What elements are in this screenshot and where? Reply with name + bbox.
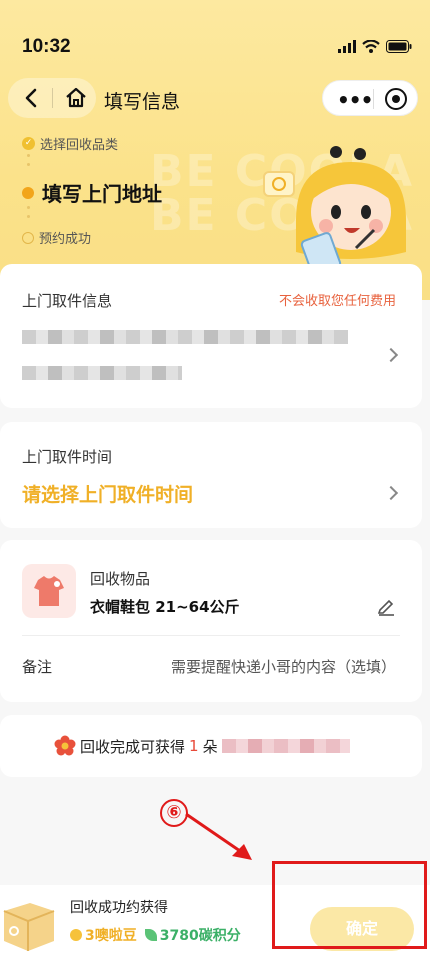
redacted-reward-text — [221, 739, 350, 753]
reward-estimate-values: 3噢啦豆 3780碳积分 — [70, 925, 241, 945]
divider — [22, 635, 400, 636]
step-label: 填写上门地址 — [42, 182, 162, 206]
status-bar: 10:32 — [0, 0, 430, 80]
reward-count: 1 — [189, 737, 199, 755]
carbon-reward: 3780碳积分 — [144, 925, 241, 945]
mascot-illustration — [263, 146, 406, 276]
reward-estimate-title: 回收成功约获得 — [70, 900, 168, 916]
status-time: 10:32 — [22, 36, 71, 57]
pickup-time-label: 上门取件时间 — [22, 448, 113, 466]
more-icon[interactable]: ••• — [337, 88, 373, 112]
pickup-time-card[interactable]: 上门取件时间 请选择上门取件时间 — [0, 422, 422, 528]
nav-separator — [52, 88, 53, 108]
chevron-right-icon — [383, 347, 399, 363]
status-icons — [338, 38, 412, 54]
reward-unit: 朵 — [202, 737, 218, 756]
remark-label: 备注 — [22, 658, 53, 676]
recycle-item-card: 回收物品 衣帽鞋包 21~64公斤 备注 需要提醒快递小哥的内容（选填） — [0, 540, 422, 702]
beans-reward: 3噢啦豆 — [70, 925, 137, 945]
step-connector — [27, 206, 30, 224]
package-box-icon — [3, 903, 55, 951]
edit-icon[interactable] — [376, 596, 396, 616]
redacted-contact — [22, 366, 182, 380]
step-label: 预约成功 — [39, 232, 92, 247]
remark-input[interactable]: 需要提醒快递小哥的内容（选填） — [171, 656, 396, 677]
check-icon: ✓ — [22, 137, 35, 150]
nav-pill — [8, 78, 96, 118]
recycle-item-value: 衣帽鞋包 21~64公斤 — [90, 598, 240, 616]
home-icon[interactable] — [64, 86, 88, 110]
reward-row: 回收完成可获得 1 朵 — [54, 735, 350, 757]
carbon-text: 3780碳积分 — [159, 928, 241, 944]
step-fill-address: 填写上门地址 — [22, 178, 162, 207]
pending-step-ring — [22, 231, 34, 244]
annotation-step-number: ⑥ — [160, 799, 188, 827]
progress-steps: ✓ 选择回收品类 填写上门地址 预约成功 — [22, 130, 262, 250]
redacted-address — [22, 330, 348, 344]
pickup-info-label: 上门取件信息 — [22, 292, 113, 310]
step-label: 选择回收品类 — [40, 138, 119, 153]
back-icon[interactable] — [20, 86, 44, 110]
mini-program-capsule: ••• — [322, 80, 418, 116]
annotation-highlight-box — [272, 861, 427, 949]
no-fee-note: 不会收取您任何费用 — [278, 294, 396, 309]
current-step-dot — [22, 186, 34, 199]
capsule-separator — [373, 89, 374, 109]
bean-icon — [70, 929, 82, 941]
nav-bar: 填写信息 ••• — [0, 78, 430, 118]
step-connector — [27, 154, 30, 172]
signal-icon — [338, 39, 356, 53]
battery-icon — [386, 39, 412, 53]
reward-card: 回收完成可获得 1 朵 — [0, 715, 422, 777]
flower-icon — [54, 735, 76, 756]
recycle-item-label: 回收物品 — [90, 570, 151, 588]
step-select-category: ✓ 选择回收品类 — [22, 134, 118, 153]
close-target-icon[interactable] — [385, 88, 407, 110]
wifi-icon — [362, 39, 380, 53]
pickup-info-card[interactable]: 上门取件信息 不会收取您任何费用 — [0, 264, 422, 408]
step-booked: 预约成功 — [22, 228, 91, 247]
pickup-time-selector[interactable]: 请选择上门取件时间 — [22, 480, 193, 507]
chevron-right-icon — [383, 485, 399, 501]
reward-prefix: 回收完成可获得 — [80, 737, 186, 756]
page-title: 填写信息 — [104, 91, 181, 113]
beans-text: 3噢啦豆 — [85, 928, 137, 944]
leaf-icon — [144, 929, 157, 941]
clothing-icon — [22, 564, 76, 618]
